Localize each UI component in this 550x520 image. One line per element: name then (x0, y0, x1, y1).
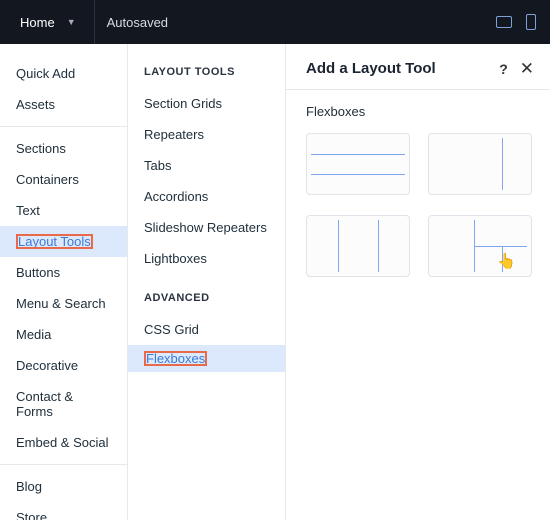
panel: Add a Layout Tool ? ✕ Flexboxes 👆 (286, 44, 550, 520)
sidebar-item-embed-social[interactable]: Embed & Social (0, 427, 127, 458)
chevron-down-icon: ▼ (67, 17, 76, 27)
sidebar-item-decorative[interactable]: Decorative (0, 350, 127, 381)
sidebar-item-store[interactable]: Store (0, 502, 127, 520)
main: Quick Add Assets Sections Containers Tex… (0, 44, 550, 520)
sidebar-item-sections[interactable]: Sections (0, 133, 127, 164)
close-icon[interactable]: ✕ (520, 60, 534, 77)
sub-item-accordions[interactable]: Accordions (128, 181, 285, 212)
flexbox-option-rows[interactable] (306, 133, 410, 195)
home-label: Home (20, 15, 55, 30)
sidebar-item-buttons[interactable]: Buttons (0, 257, 127, 288)
sidebar-item-assets[interactable]: Assets (0, 89, 127, 120)
divider (0, 126, 127, 127)
divider (0, 464, 127, 465)
sidebar-item-contact-forms[interactable]: Contact & Forms (0, 381, 127, 427)
sub-item-tabs[interactable]: Tabs (128, 150, 285, 181)
sub-item-label: Flexboxes (144, 351, 207, 366)
divider (94, 0, 95, 44)
flexbox-option-columns[interactable] (306, 215, 410, 277)
panel-section-label: Flexboxes (286, 90, 550, 133)
mobile-icon[interactable] (526, 14, 536, 30)
topbar: Home ▼ Autosaved (0, 0, 550, 44)
sub-item-flexboxes[interactable]: Flexboxes (128, 345, 285, 372)
sidebar-item-label: Layout Tools (16, 234, 93, 249)
secondary-sidebar: LAYOUT TOOLS Section Grids Repeaters Tab… (128, 44, 286, 520)
help-icon[interactable]: ? (499, 61, 508, 77)
autosaved-status: Autosaved (103, 15, 168, 30)
panel-header: Add a Layout Tool ? ✕ (286, 44, 550, 90)
sidebar-item-blog[interactable]: Blog (0, 471, 127, 502)
home-dropdown[interactable]: Home ▼ (10, 0, 86, 44)
sub-item-slideshow-repeaters[interactable]: Slideshow Repeaters (128, 212, 285, 243)
sub-item-repeaters[interactable]: Repeaters (128, 119, 285, 150)
sidebar-item-containers[interactable]: Containers (0, 164, 127, 195)
sub-item-lightboxes[interactable]: Lightboxes (128, 243, 285, 274)
layout-options-grid: 👆 (286, 133, 550, 277)
flexbox-option-sidebar[interactable] (428, 133, 532, 195)
sidebar-item-menu-search[interactable]: Menu & Search (0, 288, 127, 319)
sidebar-item-layout-tools[interactable]: Layout Tools (0, 226, 127, 257)
sub-item-section-grids[interactable]: Section Grids (128, 88, 285, 119)
sidebar-item-media[interactable]: Media (0, 319, 127, 350)
section-head-advanced: ADVANCED (128, 284, 285, 314)
panel-title: Add a Layout Tool (306, 60, 436, 77)
flexbox-option-mixed[interactable]: 👆 (428, 215, 532, 277)
cursor-icon: 👆 (497, 252, 516, 270)
sub-item-css-grid[interactable]: CSS Grid (128, 314, 285, 345)
sidebar-item-quick-add[interactable]: Quick Add (0, 58, 127, 89)
section-head-layout-tools: LAYOUT TOOLS (128, 58, 285, 88)
primary-sidebar: Quick Add Assets Sections Containers Tex… (0, 44, 128, 520)
sidebar-item-text[interactable]: Text (0, 195, 127, 226)
device-switcher (496, 14, 540, 30)
desktop-icon[interactable] (496, 16, 512, 28)
